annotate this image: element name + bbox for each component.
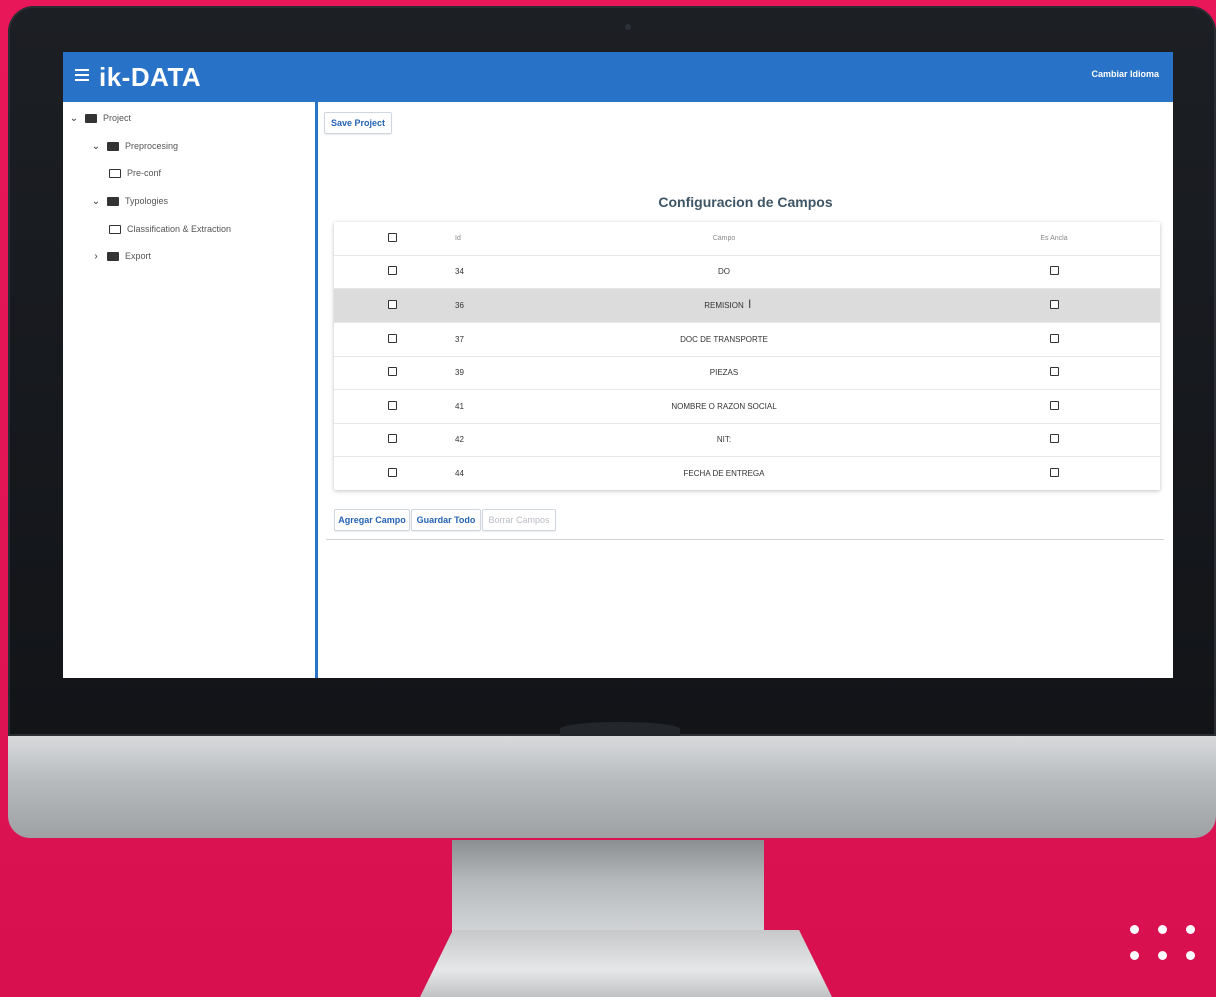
es-ancla-checkbox[interactable] xyxy=(1050,367,1059,376)
row-select-checkbox[interactable] xyxy=(388,434,397,443)
es-ancla-checkbox[interactable] xyxy=(1050,401,1059,410)
table-row[interactable]: 34 DO xyxy=(334,255,1160,289)
tree-item-pre-conf[interactable]: Pre-conf xyxy=(109,165,161,181)
cell-id: 36 xyxy=(455,301,464,310)
cell-id: 44 xyxy=(455,469,464,478)
cell-campo: REMISION xyxy=(704,301,744,310)
tree-item-preprocesing[interactable]: ⌄ Preprocesing xyxy=(91,138,178,154)
cell-campo: NOMBRE O RAZON SOCIAL xyxy=(671,402,777,411)
table-row[interactable]: 44 FECHA DE ENTREGA xyxy=(334,457,1160,490)
delete-fields-button[interactable]: Borrar Campos xyxy=(482,509,556,531)
cell-id: 39 xyxy=(455,368,464,377)
folder-filled-icon xyxy=(107,251,119,261)
folder-outline-icon xyxy=(109,168,121,178)
chevron-right-icon[interactable]: › xyxy=(91,251,101,262)
folder-filled-icon xyxy=(107,141,119,151)
tree-item-label: Pre-conf xyxy=(127,168,162,178)
cell-id: 41 xyxy=(455,402,464,411)
column-header-id: Id xyxy=(455,235,461,242)
row-select-checkbox[interactable] xyxy=(388,300,397,309)
row-select-checkbox[interactable] xyxy=(388,401,397,410)
save-all-button[interactable]: Guardar Todo xyxy=(411,509,481,531)
folder-filled-icon xyxy=(107,196,119,206)
select-all-checkbox[interactable] xyxy=(388,233,397,242)
save-project-button[interactable]: Save Project xyxy=(324,112,392,134)
fields-table: Id Campo Es Ancla 34 DO 36 REMISION I 37… xyxy=(334,222,1160,490)
tree-item-label: Preprocesing xyxy=(125,141,179,151)
cell-campo: DOC DE TRANSPORTE xyxy=(680,335,768,344)
tree-item-project[interactable]: ⌄ Project xyxy=(69,110,131,126)
chevron-down-icon[interactable]: ⌄ xyxy=(91,141,101,152)
row-select-checkbox[interactable] xyxy=(388,367,397,376)
tree-item-label: Classification & Extraction xyxy=(127,224,232,234)
cell-campo: NIT: xyxy=(716,435,732,444)
table-row[interactable]: 41 NOMBRE O RAZON SOCIAL xyxy=(334,390,1160,424)
hamburger-menu-icon[interactable] xyxy=(75,69,89,81)
row-select-checkbox[interactable] xyxy=(388,266,397,275)
table-row[interactable]: 36 REMISION I xyxy=(334,289,1160,323)
table-row[interactable]: 37 DOC DE TRANSPORTE xyxy=(334,323,1160,357)
cell-id: 34 xyxy=(455,267,464,276)
folder-outline-icon xyxy=(109,224,121,234)
es-ancla-checkbox[interactable] xyxy=(1050,334,1059,343)
row-select-checkbox[interactable] xyxy=(388,334,397,343)
monitor-stand-base xyxy=(420,930,832,997)
es-ancla-checkbox[interactable] xyxy=(1050,266,1059,275)
tree-item-export[interactable]: › Export xyxy=(91,248,151,264)
cell-campo: PIEZAS xyxy=(709,368,739,377)
app-bar: ik-DATA Cambiar Idioma xyxy=(63,52,1173,102)
es-ancla-checkbox[interactable] xyxy=(1050,434,1059,443)
text-cursor-icon: I xyxy=(748,297,752,311)
tree-item-typologies[interactable]: ⌄ Typologies xyxy=(91,193,168,209)
folder-filled-icon xyxy=(85,113,97,123)
table-row[interactable]: 42 NIT: xyxy=(334,423,1160,457)
main-content: Save Project Configuracion de Campos Id … xyxy=(318,102,1173,678)
table-header-row: Id Campo Es Ancla xyxy=(334,222,1160,256)
chin-notch xyxy=(560,722,680,736)
es-ancla-checkbox[interactable] xyxy=(1050,300,1059,309)
row-select-checkbox[interactable] xyxy=(388,468,397,477)
decorative-dots xyxy=(1120,910,1210,970)
app-logo: ik-DATA xyxy=(99,62,202,92)
monitor-mockup: ik-DATA Cambiar Idioma ⌄ Project ⌄ Prepr… xyxy=(0,0,1216,997)
tree-item-classification-extraction[interactable]: Classification & Extraction xyxy=(109,221,231,237)
tree-item-label: Export xyxy=(125,251,152,261)
cell-id: 37 xyxy=(455,335,464,344)
cell-campo: FECHA DE ENTREGA xyxy=(683,469,765,478)
app-screen: ik-DATA Cambiar Idioma ⌄ Project ⌄ Prepr… xyxy=(63,52,1173,678)
chevron-down-icon[interactable]: ⌄ xyxy=(69,113,79,124)
section-divider xyxy=(326,539,1164,540)
cell-campo: DO xyxy=(718,267,730,276)
page-title: Configuracion de Campos xyxy=(658,194,833,210)
cell-id: 42 xyxy=(455,435,464,444)
add-field-button[interactable]: Agregar Campo xyxy=(334,509,410,531)
chevron-down-icon[interactable]: ⌄ xyxy=(91,196,101,207)
monitor-stand xyxy=(452,840,764,940)
table-row[interactable]: 39 PIEZAS xyxy=(334,356,1160,390)
tree-item-label: Project xyxy=(103,113,132,123)
column-header-es-ancla: Es Ancla xyxy=(1040,235,1068,242)
es-ancla-checkbox[interactable] xyxy=(1050,468,1059,477)
change-language-button[interactable]: Cambiar Idioma xyxy=(1091,69,1159,79)
monitor-chin xyxy=(8,736,1216,838)
column-header-campo: Campo xyxy=(712,235,736,242)
tree-item-label: Typologies xyxy=(125,196,169,206)
camera-icon xyxy=(625,24,631,30)
project-tree-sidebar: ⌄ Project ⌄ Preprocesing Pre-conf ⌄ Typo… xyxy=(63,102,318,678)
